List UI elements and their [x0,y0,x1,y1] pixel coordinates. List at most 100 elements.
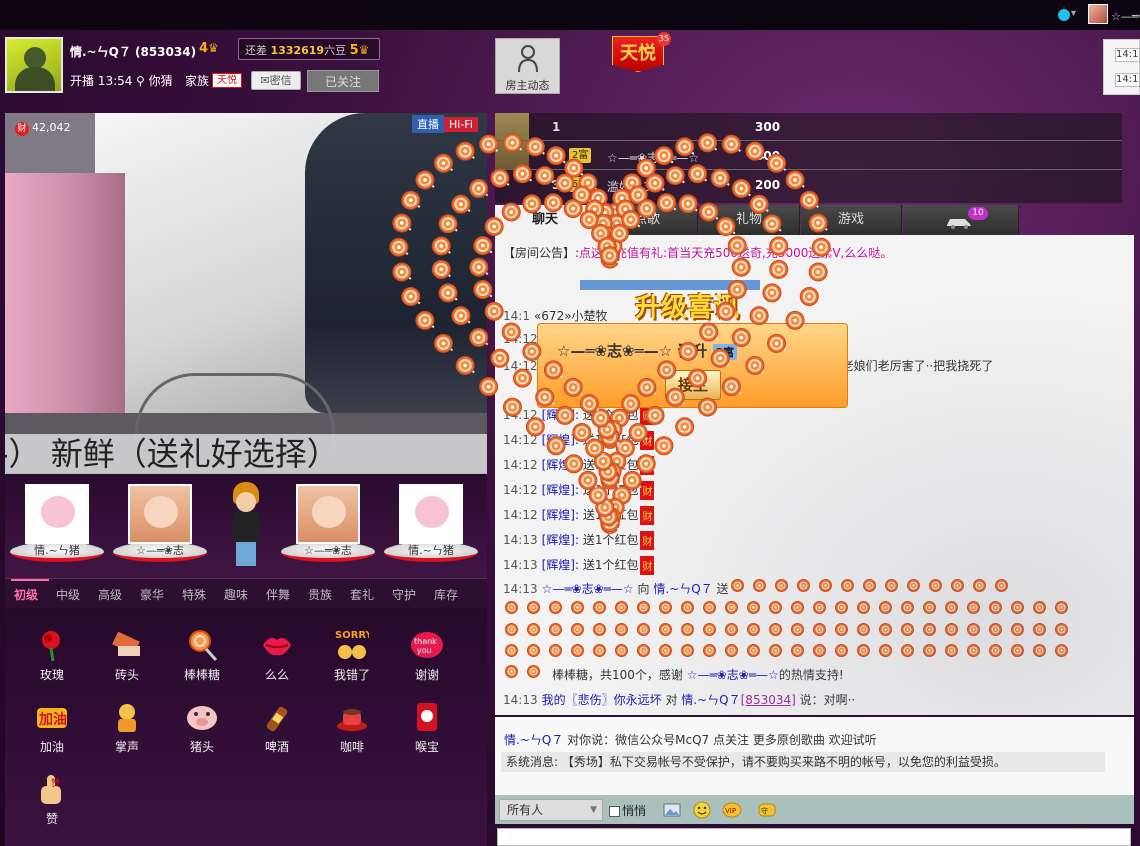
lollipop-icon [813,601,826,614]
gift-item[interactable]: 玫瑰 [22,628,82,683]
status-icon[interactable] [1058,9,1070,21]
tab-set[interactable]: 套礼 [350,586,374,603]
rose-icon [35,628,69,662]
lollipop-icon [1011,601,1024,614]
gift-item[interactable]: 赞 赞 [22,772,82,827]
lollipop-icon [527,665,540,678]
lollipop-icon [835,623,848,636]
room-notice[interactable]: 【房间公告】:点这里充值有礼:首当天充500送奇,充3000送紫V,么么哒。 [503,244,892,261]
tab-luxury[interactable]: 豪华 [140,586,164,603]
lollipop-icon [885,579,898,592]
tab-inventory[interactable]: 库存 [434,586,458,603]
tab-special[interactable]: 特殊 [182,586,206,603]
congrats-button[interactable]: 接生 [665,370,721,400]
gift-item[interactable]: 棒棒糖 [172,628,232,683]
ranking-list: 1 300 2 2富 ☆—═❀志❀═—☆ 300 3 5富 滥好人31 200 [495,113,1122,203]
chat-toolbar: 所有人 ▼ 悄悄 VIP 守 [495,795,1134,824]
lollipop-icon [731,579,744,592]
tab-gifts[interactable]: 礼物 [699,205,800,235]
lollipop-icon [835,644,848,657]
host-avatar[interactable] [5,37,63,93]
family-flag[interactable]: 天悦 [612,36,664,72]
coffee-icon [335,700,369,734]
lollipop-icon [637,623,650,636]
gift-item[interactable]: 咖啡 [322,700,382,755]
gift-item[interactable]: 砖头 [97,628,157,683]
lollipop-icon [703,644,716,657]
user-avatar[interactable] [1088,4,1108,24]
gift-item[interactable]: thank you 谢谢 [397,628,457,683]
tab-guard[interactable]: 守护 [392,586,416,603]
gift-tabs: 初级 中级 高级 豪华 特殊 趣味 伴舞 贵族 套礼 守护 库存 [5,578,487,608]
tab-dance[interactable]: 伴舞 [266,586,290,603]
image-icon[interactable] [662,800,682,820]
fan-item[interactable]: ☆—═❀志 [113,484,207,562]
lollipop-icon [1011,623,1024,636]
gift-item[interactable]: 掌声 [97,700,157,755]
lollipop-icon [967,623,980,636]
ranking-row[interactable]: 1 300 [495,113,1122,141]
lollipop-icon [527,601,540,614]
chat-input[interactable] [497,828,1131,846]
gift-item[interactable]: 喉宝 [397,700,457,755]
lollipop-icon [967,601,980,614]
family-badge[interactable]: 天悦 [212,73,242,88]
tab-fun[interactable]: 趣味 [224,586,248,603]
tab-chat[interactable]: 聊天 [495,205,596,235]
guard-icon[interactable]: 守 [757,800,777,820]
vip-icon[interactable]: VIP [722,800,742,820]
lollipop-icon [659,644,672,657]
emoji-icon[interactable] [692,800,712,820]
lollipop-icon [1033,601,1046,614]
user-name[interactable]: ☆—═❀志❀═—☆ [1111,8,1140,24]
lollipop-icon [835,601,848,614]
tab-intermediate[interactable]: 中级 [56,586,80,603]
gift-item[interactable]: SORRY 我错了 [322,628,382,683]
whisper-checkbox[interactable]: 悄悄 [609,802,646,819]
live-quality-badge[interactable]: 直播 Hi-Fi [412,115,478,133]
fan-item[interactable]: 情.~ㄣ猪 [384,484,478,562]
lollipop-icon [857,644,870,657]
crown-icon: ♛ [208,41,219,55]
fan-item[interactable]: 情.~ㄣ猪 [10,484,104,562]
private-message-button[interactable]: ✉密信 [251,71,301,90]
ranking-row[interactable]: 2 2富 ☆—═❀志❀═—☆ 300 [495,142,1122,170]
lollipop-icon [907,579,920,592]
tab-advanced[interactable]: 高级 [98,586,122,603]
follow-button[interactable]: 已关注 [307,70,379,92]
gift-item[interactable]: 猪头 [172,700,232,755]
popup-message: ☆—═❀志❀═—☆ 晋升 8富 [557,340,738,361]
recipient-select[interactable]: 所有人 ▼ [499,799,603,821]
lollipop-icon [791,601,804,614]
lollipop-icon [527,644,540,657]
chevron-down-icon[interactable]: ▾ [1071,8,1076,19]
host-dynamic-button[interactable]: 房主动态 [495,38,560,94]
ranking-row[interactable]: 3 5富 滥好人31 200 [495,171,1122,199]
lollipop-icon [681,601,694,614]
tab-noble[interactable]: 贵族 [308,586,332,603]
tab-games[interactable]: 游戏 [801,205,902,235]
lollipop-icon [967,644,980,657]
cheer-icon: 加油 [35,700,69,734]
chat-messages[interactable]: 【房间公告】:点这里充值有礼:首当天充500送奇,充3000送紫V,么么哒。 1… [495,235,1134,715]
video-player[interactable] [5,113,487,473]
lollipop-icon [1033,644,1046,657]
lollipop-icon [923,601,936,614]
chat-line: 14:12 [辉煌]: 送1个红包财 [503,406,655,425]
gift-item[interactable]: 加油 加油 [22,700,82,755]
lollipop-icon [571,644,584,657]
fan-item[interactable]: ☆—═❀志 [281,484,375,562]
applause-icon [110,700,144,734]
lollipop-icon [747,601,760,614]
lollipop-icon [747,623,760,636]
coins-badge: 财 42,042 [15,121,71,136]
gift-item[interactable]: 啤酒 [247,700,307,755]
lollipop-icon [995,579,1008,592]
live-time: 开播 13:54 [70,74,133,88]
chat-line: 14:1 «672»小楚牧 [503,309,608,323]
popup-title: 升级喜讯 [635,293,740,323]
gift-item[interactable]: 么么 [247,628,307,683]
tab-basic[interactable]: 初级 [14,586,38,603]
tab-song-request[interactable]: 点歌 [597,205,698,235]
lollipop-icon [549,644,562,657]
